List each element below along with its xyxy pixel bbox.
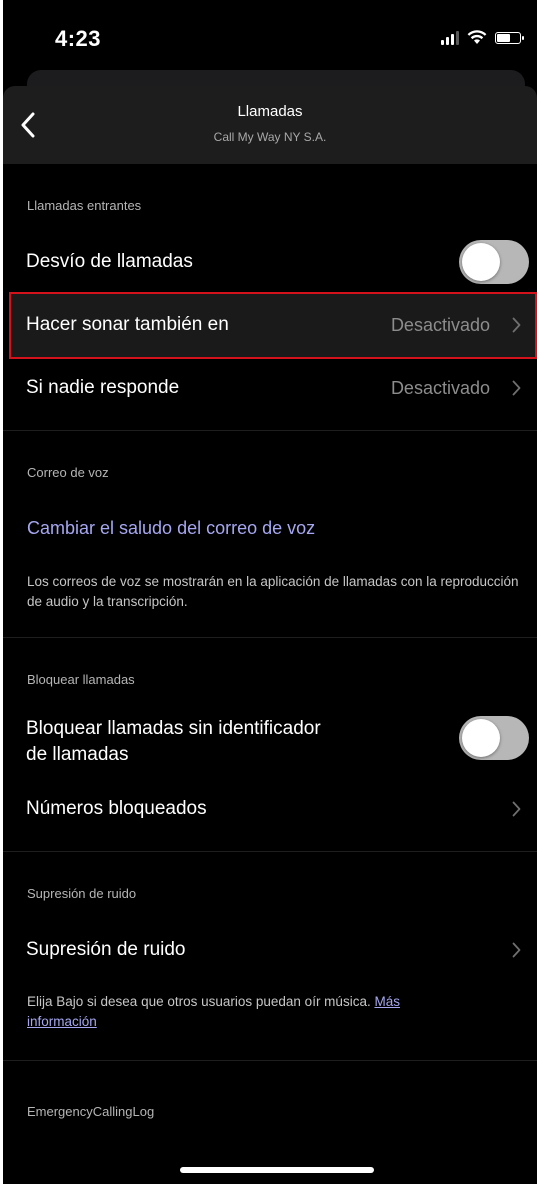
also-ring-value: Desactivado [390,314,490,335]
change-greeting-link[interactable]: Cambiar el saludo del correo de voz [27,518,315,539]
block-anonymous-label-line2: de llamadas [26,744,129,765]
call-forwarding-toggle[interactable] [459,240,529,284]
noise-suppression-label: Supresión de ruido [26,939,186,960]
block-anonymous-label-line1: Bloquear llamadas sin identificador [26,718,321,739]
divider [3,1060,537,1061]
status-time: 4:23 [55,26,102,51]
noise-description-text: Elija Bajo si desea que otros usuarios p… [27,994,375,1009]
divider [3,430,537,431]
chevron-right-icon [509,799,523,819]
also-ring-label: Hacer sonar también en [26,314,229,335]
noise-suppression-row[interactable]: Supresión de ruido [3,923,537,977]
section-label-emergency: EmergencyCallingLog [27,1104,155,1119]
noise-description: Elija Bajo si desea que otros usuarios p… [27,992,527,1032]
no-answer-row[interactable]: Si nadie responde Desactivado [3,361,537,415]
section-label-incoming: Llamadas entrantes [27,198,142,213]
blocked-numbers-row[interactable]: Números bloqueados [3,782,537,836]
section-label-voicemail: Correo de voz [27,465,109,480]
status-icons [441,30,524,45]
also-ring-row[interactable]: Hacer sonar también en Desactivado [3,298,537,352]
more-info-link-line2: información [27,1014,97,1029]
divider [3,851,537,852]
block-anonymous-row: Bloquear llamadas sin identificador de l… [3,710,537,770]
chevron-right-icon [509,315,523,335]
toggle-knob [462,719,500,757]
no-answer-value: Desactivado [390,377,490,398]
block-anonymous-toggle[interactable] [459,716,529,760]
battery-icon [495,31,524,44]
no-answer-label: Si nadie responde [26,377,180,398]
call-forwarding-label: Desvío de llamadas [26,251,193,272]
block-anonymous-label: Bloquear llamadas sin identificador de l… [26,716,321,768]
phone-screen: 4:23 Llamadas Call My Way NY S.A. Llamad… [3,0,537,1184]
wifi-icon [467,30,487,44]
call-forwarding-row: Desvío de llamadas [3,235,537,289]
section-label-noise: Supresión de ruido [27,886,137,901]
blocked-numbers-label: Números bloqueados [26,798,207,819]
divider [3,637,537,638]
more-info-link-line1: Más [374,994,400,1009]
voicemail-description: Los correos de voz se mostrarán en la ap… [27,574,519,609]
section-label-block: Bloquear llamadas [27,672,135,687]
chevron-right-icon [509,378,523,398]
page-title: Llamadas [237,103,303,120]
home-indicator [180,1167,374,1173]
chevron-right-icon [509,940,523,960]
nav-header: Llamadas Call My Way NY S.A. [3,86,537,164]
cellular-signal-icon [441,30,459,45]
page-subtitle: Call My Way NY S.A. [213,130,327,144]
toggle-knob [462,243,500,281]
